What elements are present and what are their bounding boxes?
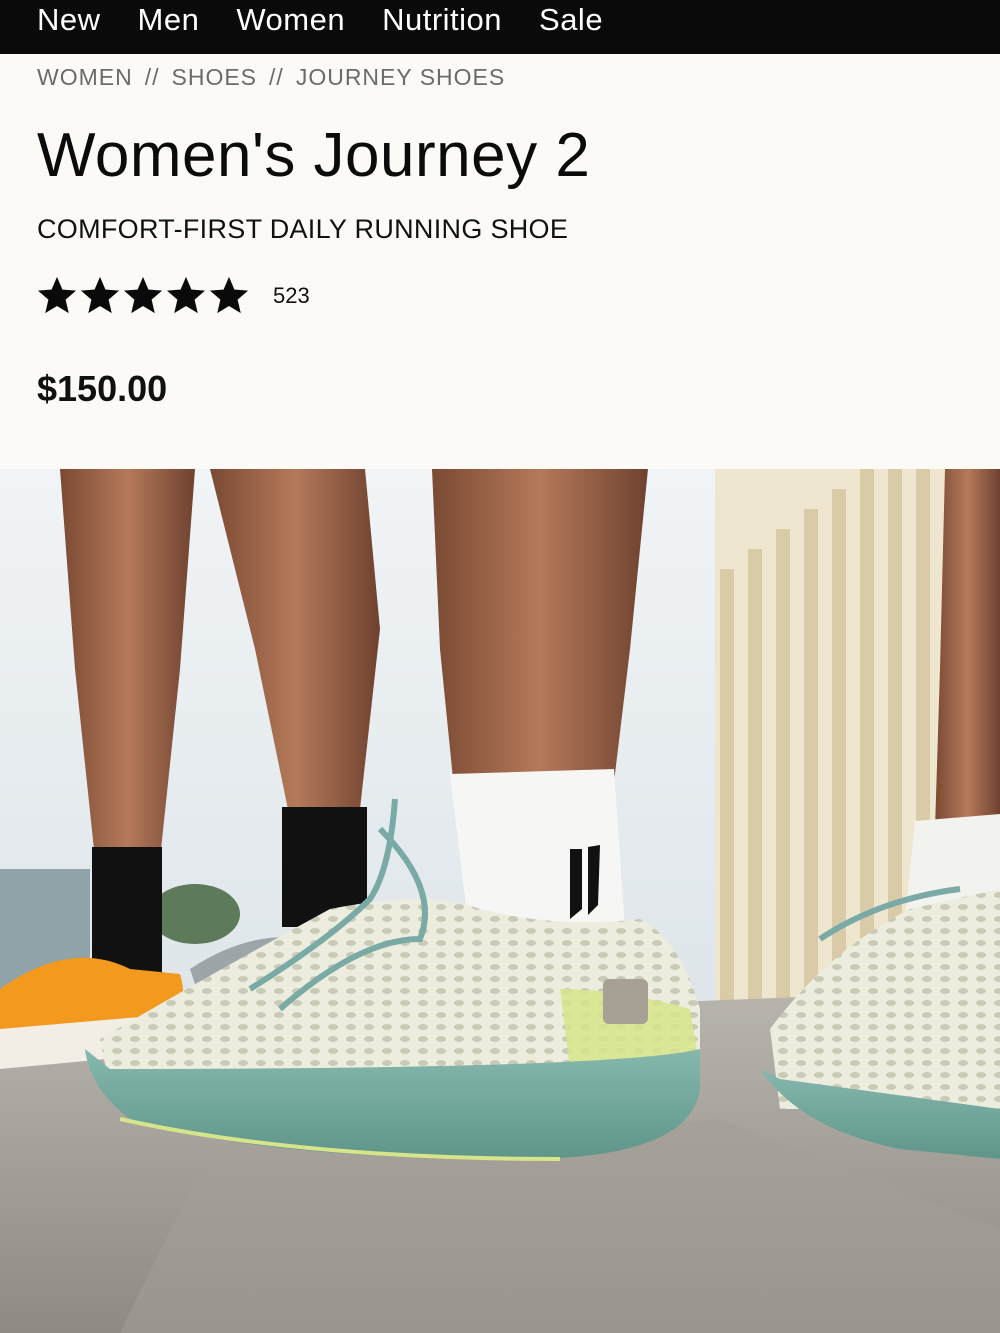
star-rating xyxy=(37,276,249,316)
review-count[interactable]: 523 xyxy=(273,283,310,309)
hero-photo xyxy=(0,469,1000,1333)
star-icon xyxy=(80,276,120,316)
breadcrumb-women[interactable]: WOMEN xyxy=(37,64,133,91)
breadcrumb-separator: // xyxy=(269,64,284,90)
nav-item-new[interactable]: New xyxy=(37,4,101,35)
breadcrumb-journey-shoes[interactable]: JOURNEY SHOES xyxy=(296,64,505,91)
top-navigation: New Men Women Nutrition Sale xyxy=(0,0,1000,54)
star-icon xyxy=(209,276,249,316)
product-hero-image xyxy=(0,469,1000,1333)
nav-item-men[interactable]: Men xyxy=(138,4,200,35)
breadcrumb: WOMEN // SHOES // JOURNEY SHOES xyxy=(37,64,505,91)
nav-item-women[interactable]: Women xyxy=(236,4,345,35)
product-subtitle: COMFORT-FIRST DAILY RUNNING SHOE xyxy=(37,214,569,244)
product-title: Women's Journey 2 xyxy=(37,121,591,190)
product-rating[interactable]: 523 xyxy=(37,276,310,316)
star-icon xyxy=(123,276,163,316)
star-icon xyxy=(166,276,206,316)
star-icon xyxy=(37,276,77,316)
nav-item-nutrition[interactable]: Nutrition xyxy=(382,4,502,35)
breadcrumb-shoes[interactable]: SHOES xyxy=(172,64,258,91)
product-price: $150.00 xyxy=(37,368,168,409)
breadcrumb-separator: // xyxy=(144,64,160,90)
nav-item-sale[interactable]: Sale xyxy=(539,4,603,35)
